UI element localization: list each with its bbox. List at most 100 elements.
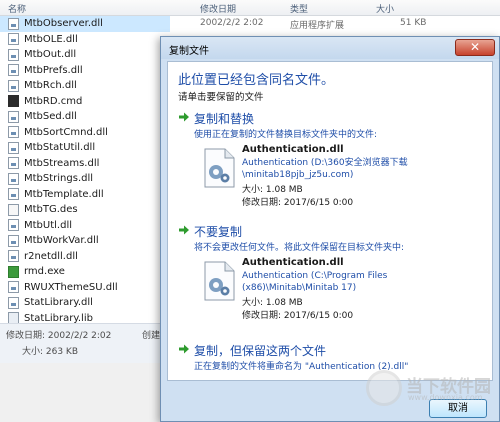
row-type: 应用程序扩展	[290, 21, 345, 31]
file-row[interactable]: MtbStrings.dll	[0, 171, 170, 187]
column-size[interactable]: 大小	[376, 2, 394, 15]
file-row[interactable]: MtbTemplate.dll	[0, 187, 170, 203]
file-row[interactable]: rmd.exe	[0, 264, 170, 280]
file-path: Authentication (C:\Program Files (x86)\M…	[242, 271, 388, 293]
close-icon: ✕	[469, 40, 481, 54]
file-name: MtbStrings.dll	[24, 173, 94, 185]
column-modified-date[interactable]: 修改日期	[200, 2, 236, 15]
green-arrow-icon	[179, 112, 189, 122]
dialog-subheading: 请单击要保留的文件	[178, 92, 264, 103]
watermark-url: www.downxia.com	[408, 393, 483, 402]
file-row[interactable]: MtbPrefs.dll	[0, 63, 170, 79]
dialog-titlebar[interactable]: 复制文件 ✕	[161, 37, 499, 59]
file-name: MtbPrefs.dll	[24, 64, 83, 76]
file-row[interactable]: RWUXThemeSU.dll	[0, 280, 170, 296]
file-name: MtbUtl.dll	[24, 219, 72, 231]
file-row[interactable]: MtbWorkVar.dll	[0, 233, 170, 249]
dll-gear-file-icon	[204, 148, 235, 188]
file-name: Authentication.dll	[242, 257, 344, 268]
file-row[interactable]: MtbUtl.dll	[0, 218, 170, 234]
file-row[interactable]: MtbSortCmnd.dll	[0, 125, 170, 141]
file-row[interactable]: MtbTG.des	[0, 202, 170, 218]
explorer-footer	[0, 363, 170, 422]
dll-file-icon	[8, 281, 19, 294]
option-title: 复制和替换	[194, 112, 255, 126]
column-name[interactable]: 名称	[8, 2, 26, 15]
dll-file-icon	[8, 64, 19, 77]
file-name: MtbObserver.dll	[24, 18, 103, 30]
green-arrow-icon	[179, 344, 189, 354]
dll-file-icon	[8, 110, 19, 123]
dll-file-icon	[8, 48, 19, 61]
dll-file-icon	[8, 296, 19, 309]
details-created: 创建	[142, 331, 161, 341]
dll-file-icon	[8, 172, 19, 185]
option-description: 使用正在复制的文件替换目标文件夹中的文件:	[194, 130, 378, 140]
dialog-body: 此位置已经包含同名文件。 请单击要保留的文件 复制和替换 使用正在复制的文件替换…	[167, 61, 493, 381]
dialog-heading: 此位置已经包含同名文件。	[178, 73, 335, 88]
file-name: MtbTG.des	[24, 204, 78, 216]
file-name: Authentication.dll	[242, 144, 344, 155]
cmd-file-icon	[8, 95, 19, 108]
file-name: MtbStreams.dll	[24, 157, 100, 169]
file-name: MtbSed.dll	[24, 111, 77, 123]
dll-file-icon	[8, 141, 19, 154]
option-title: 复制，但保留这两个文件	[194, 344, 327, 358]
file-row[interactable]: MtbRch.dll	[0, 78, 170, 94]
row-size: 51 KB	[400, 18, 427, 28]
column-header: 名称 修改日期 类型 大小	[0, 0, 500, 16]
details-size: 大小: 263 KB	[22, 347, 79, 357]
file-row[interactable]: MtbOLE.dll	[0, 32, 170, 48]
dialog-title: 复制文件	[169, 46, 209, 57]
row-modified-date: 2002/2/2 2:02	[200, 18, 264, 28]
file-row[interactable]: MtbStreams.dll	[0, 156, 170, 172]
option-title: 不要复制	[194, 225, 243, 239]
option-copy-and-replace[interactable]: 复制和替换 使用正在复制的文件替换目标文件夹中的文件: Authenticati…	[178, 110, 488, 210]
file-row[interactable]: r2netdll.dll	[0, 249, 170, 265]
file-name: MtbRch.dll	[24, 80, 77, 92]
file-row[interactable]: StatLibrary.dll	[0, 295, 170, 311]
file-name: StatLibrary.dll	[24, 297, 93, 309]
file-date: 修改日期: 2017/6/15 0:00	[242, 311, 354, 321]
dll-file-icon	[8, 157, 19, 170]
file-name: MtbRD.cmd	[24, 95, 83, 107]
file-name: MtbSortCmnd.dll	[24, 126, 108, 138]
file-list: MtbObserver.dll MtbOLE.dll MtbOut.dll MtbPr…	[0, 16, 170, 326]
option-do-not-copy[interactable]: 不要复制 将不会更改任何文件。将此文件保留在目标文件夹中: Authentica…	[178, 223, 488, 333]
file-name: MtbOut.dll	[24, 49, 77, 61]
file-size: 大小: 1.08 MB	[242, 298, 303, 308]
des-file-icon	[8, 203, 19, 216]
dll-file-icon	[8, 250, 19, 263]
column-type[interactable]: 类型	[290, 2, 308, 15]
watermark: 当下软件园 www.downxia.com	[366, 368, 500, 408]
file-row[interactable]: MtbSed.dll	[0, 109, 170, 125]
file-name: MtbWorkVar.dll	[24, 235, 99, 247]
green-arrow-icon	[179, 225, 189, 235]
details-pane: 修改日期: 2002/2/2 2:02 创建 大小: 263 KB	[0, 323, 170, 363]
dll-file-icon	[8, 234, 19, 247]
dll-gear-file-icon	[204, 261, 235, 301]
exe-file-icon	[8, 265, 19, 278]
dll-file-icon	[8, 79, 19, 92]
details-modified: 修改日期: 2002/2/2 2:02	[6, 331, 112, 341]
option-description: 将不会更改任何文件。将此文件保留在目标文件夹中:	[194, 243, 405, 253]
dll-file-icon	[8, 33, 19, 46]
file-name: MtbStatUtil.dll	[24, 142, 96, 154]
file-row[interactable]: MtbRD.cmd	[0, 94, 170, 110]
dll-file-icon	[8, 188, 19, 201]
file-name: RWUXThemeSU.dll	[24, 281, 118, 293]
watermark-logo-icon	[366, 370, 402, 406]
file-name: rmd.exe	[24, 266, 65, 278]
file-row[interactable]: MtbOut.dll	[0, 47, 170, 63]
dll-file-icon	[8, 219, 19, 232]
copy-file-dialog: 复制文件 ✕ 此位置已经包含同名文件。 请单击要保留的文件 复制和替换 使用正在…	[160, 36, 500, 422]
file-name: MtbOLE.dll	[24, 33, 78, 45]
file-row[interactable]: MtbStatUtil.dll	[0, 140, 170, 156]
file-size: 大小: 1.08 MB	[242, 185, 303, 195]
file-path: Authentication (D:\360安全浏览器下载\minitab18p…	[242, 158, 408, 180]
file-name: MtbTemplate.dll	[24, 188, 104, 200]
file-date: 修改日期: 2017/6/15 0:00	[242, 198, 354, 208]
file-row[interactable]: MtbObserver.dll	[0, 16, 170, 32]
close-button[interactable]: ✕	[455, 39, 495, 56]
file-name: r2netdll.dll	[24, 250, 78, 262]
